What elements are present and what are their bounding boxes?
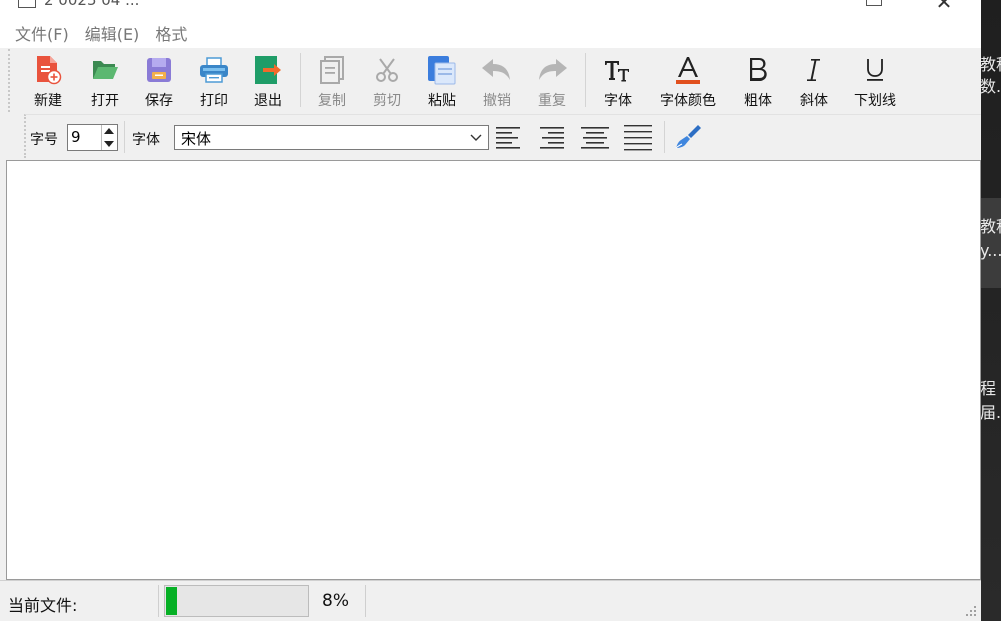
undo-icon [481,54,513,86]
progress-bar-fill [166,587,178,615]
open-label: 打开 [91,93,119,109]
desktop-background: 教程 数... 教程 y... 程 届... [980,0,1001,621]
printer-icon [198,54,230,86]
italic-icon [798,54,830,86]
desktop-item-label: 届... [980,403,1001,422]
new-label: 新建 [34,93,62,109]
paste-icon [426,54,458,86]
save-icon [143,54,175,86]
font-color-label: 字体颜色 [660,93,716,109]
paste-button[interactable]: 粘贴 [420,49,464,112]
font-color-button[interactable]: 字体颜色 [654,49,722,112]
copy-label: 复制 [318,93,346,109]
print-label: 打印 [200,93,228,109]
menu-file[interactable]: 文件(F) [15,21,69,45]
toolbar-separator [300,53,301,107]
clear-format-button[interactable] [672,123,704,151]
bold-icon [742,54,774,86]
format-toolbar: 字号 9 字体 宋体 [24,114,981,158]
font-size-label: 字号 [30,132,58,148]
copy-button[interactable]: 复制 [310,49,354,112]
window-title: 2 0025 04 ... [44,0,140,9]
underline-label: 下划线 [854,93,896,109]
font-size-icon [602,54,634,86]
text-editor-area[interactable] [6,160,981,580]
status-separator [158,585,159,617]
status-separator [365,585,366,617]
font-label: 字体 [604,93,632,109]
paste-label: 粘贴 [428,93,456,109]
underline-icon [859,54,891,86]
undo-button[interactable]: 撤销 [475,49,519,112]
main-toolbar: 新建 打开 保存 打印 退出 复制 剪切 粘贴 撤销 重复 字体 字体颜色 粗体… [8,49,981,112]
italic-label: 斜体 [800,93,828,109]
resize-grip-icon[interactable] [965,605,977,617]
desktop-item-label: y... [980,241,1001,260]
print-button[interactable]: 打印 [192,49,236,112]
undo-label: 撤销 [483,93,511,109]
align-center-icon [581,127,609,149]
align-center-button[interactable] [579,123,611,151]
align-justify-button[interactable] [622,123,654,151]
redo-icon [536,54,568,86]
format-brush-icon [675,125,701,149]
desktop-item-label: 教程 [980,217,1001,236]
chevron-down-icon [469,129,483,149]
redo-button[interactable]: 重复 [530,49,574,112]
spinner-up-icon[interactable] [104,128,114,134]
cut-button[interactable]: 剪切 [365,49,409,112]
desktop-item-label: 数... [980,77,1001,96]
app-icon [18,0,36,8]
minimize-button[interactable] [866,0,882,6]
redo-label: 重复 [538,93,566,109]
editor-window: 2 0025 04 ... ✕ 文件(F) 编辑(E) 格式 新建 打开 保存 … [0,0,981,621]
font-size-spinner[interactable]: 9 [67,124,118,151]
bold-label: 粗体 [744,93,772,109]
close-button[interactable]: ✕ [932,0,956,14]
progress-bar [164,585,309,617]
font-family-select[interactable]: 宋体 [174,125,489,150]
open-button[interactable]: 打开 [83,49,127,112]
folder-open-icon [89,54,121,86]
cut-label: 剪切 [373,93,401,109]
title-bar[interactable]: 2 0025 04 ... ✕ [0,0,981,18]
menu-edit[interactable]: 编辑(E) [85,21,140,45]
scissors-icon [371,54,403,86]
toolbar-separator [124,121,125,153]
save-label: 保存 [145,93,173,109]
align-left-button[interactable] [493,123,525,151]
menu-format[interactable]: 格式 [155,21,187,45]
font-family-label: 字体 [132,132,160,148]
align-right-button[interactable] [536,123,568,151]
save-button[interactable]: 保存 [137,49,181,112]
desktop-item-label: 教程 [980,55,1001,74]
bold-button[interactable]: 粗体 [736,49,780,112]
font-button[interactable]: 字体 [596,49,640,112]
italic-button[interactable]: 斜体 [792,49,836,112]
font-family-value: 宋体 [181,130,212,148]
current-file-label: 当前文件: [8,596,78,615]
align-justify-icon [624,125,652,151]
toolbar-separator [664,121,665,153]
exit-label: 退出 [254,93,282,109]
spinner-down-icon[interactable] [104,141,114,147]
spinner-arrows [101,125,117,150]
font-color-icon [672,54,704,86]
desktop-item-label: 程 [980,379,997,398]
new-button[interactable]: 新建 [26,49,70,112]
align-left-icon [496,127,520,149]
font-size-value[interactable]: 9 [71,128,81,146]
exit-button[interactable]: 退出 [246,49,290,112]
status-bar: 当前文件: 8% [0,580,981,621]
new-file-icon [32,54,64,86]
underline-button[interactable]: 下划线 [846,49,904,112]
exit-icon [252,54,284,86]
align-right-icon [540,127,564,149]
copy-icon [316,54,348,86]
menu-bar: 文件(F) 编辑(E) 格式 [0,18,981,48]
toolbar-separator [585,53,586,107]
progress-percent: 8% [322,591,349,611]
